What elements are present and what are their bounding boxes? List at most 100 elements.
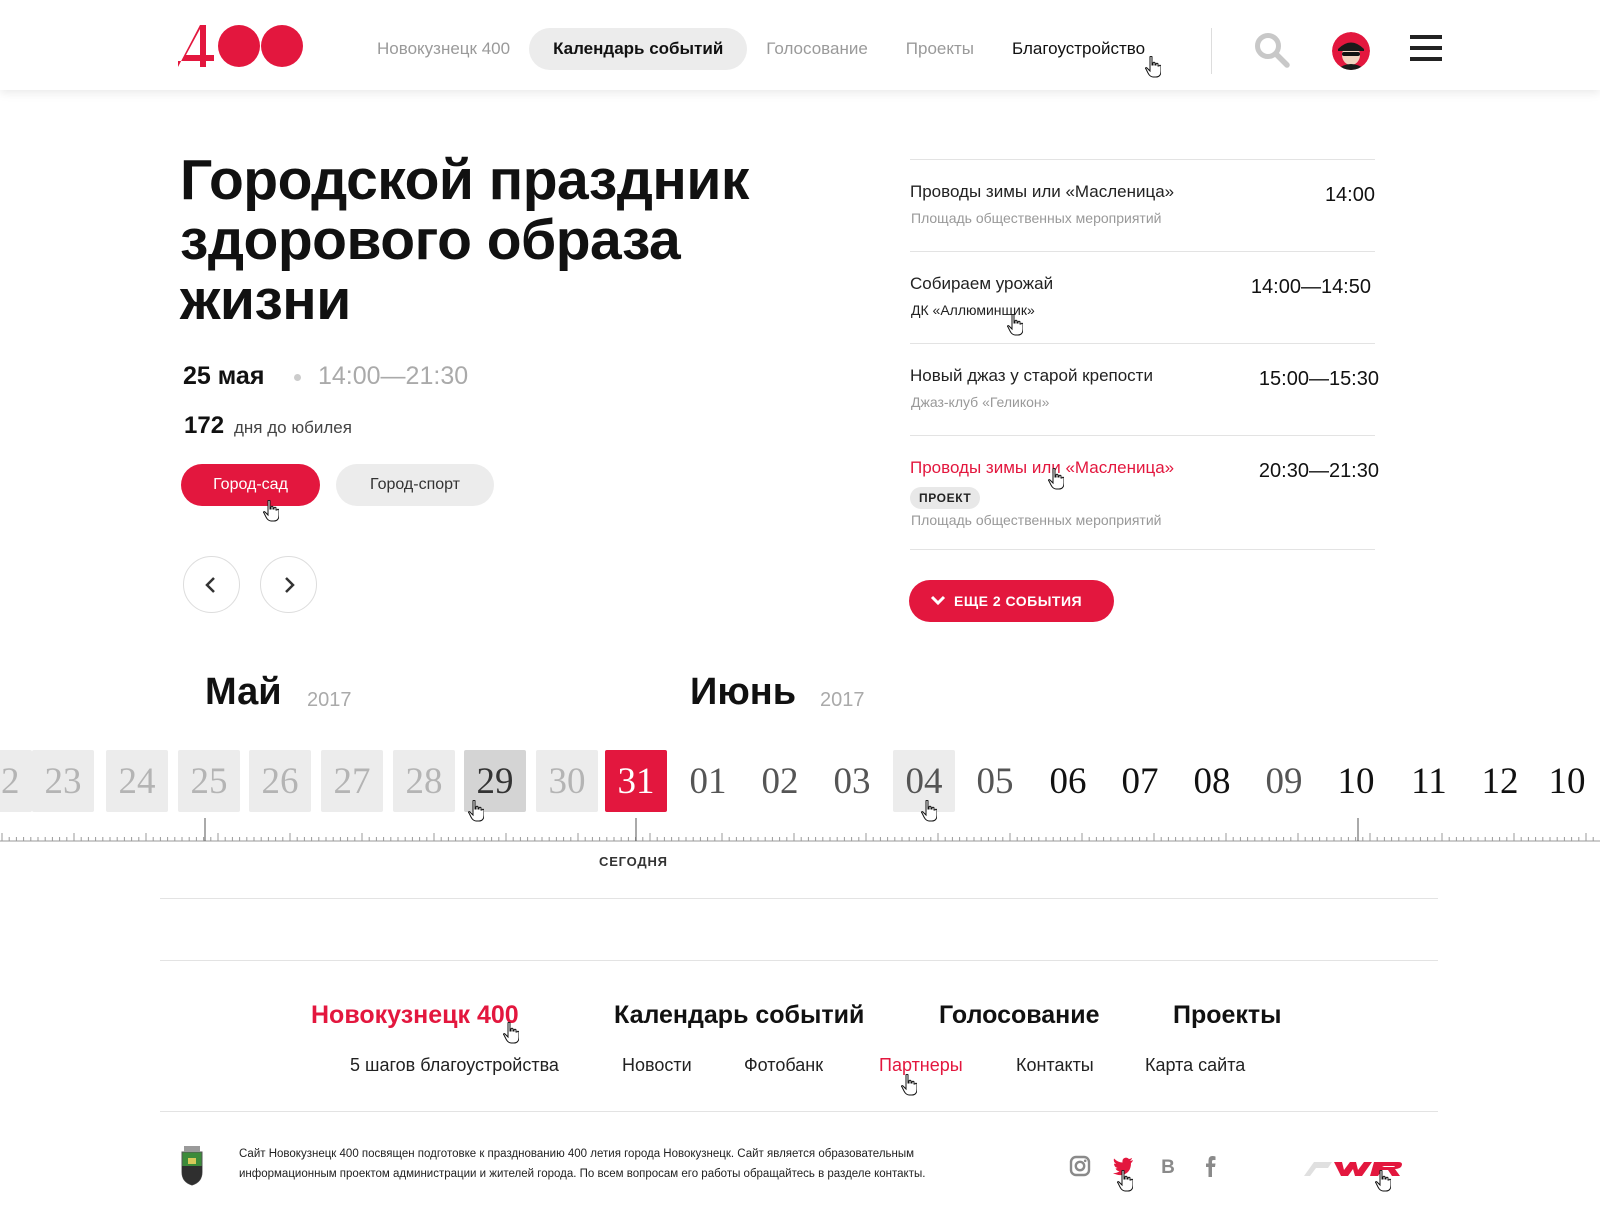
vk-icon[interactable]: B <box>1157 1155 1179 1177</box>
user-avatar[interactable] <box>1332 32 1370 70</box>
main-nav: Новокузнецк 400 Календарь событий Голосо… <box>358 28 1164 70</box>
calendar-day[interactable]: 22 <box>0 750 32 812</box>
site-header: Новокузнецк 400 Календарь событий Голосо… <box>0 0 1600 90</box>
calendar-day[interactable]: 11 <box>1398 750 1460 812</box>
footer-link-projects[interactable]: Проекты <box>1173 1001 1282 1030</box>
calendar-day[interactable]: 02 <box>749 750 811 812</box>
footer-link-voting[interactable]: Голосование <box>939 1001 1100 1030</box>
hand-cursor-icon <box>263 500 279 522</box>
footer-link-partners[interactable]: Партнеры <box>879 1055 963 1076</box>
calendar-day[interactable]: 05 <box>964 750 1026 812</box>
schedule-item-time: 15:00—15:30 <box>1258 368 1379 390</box>
hand-cursor-icon <box>503 1022 519 1044</box>
calendar-day-today[interactable]: 31 <box>605 750 667 812</box>
event-schedule-list: Проводы зимы или «Масленица» Площадь общ… <box>910 159 1379 550</box>
calendar-day[interactable]: 01 <box>677 750 739 812</box>
calendar-day[interactable]: 07 <box>1109 750 1171 812</box>
schedule-item[interactable]: Новый джаз у старой крепости Джаз-клуб «… <box>910 344 1379 436</box>
month-year: 2017 <box>820 689 865 711</box>
schedule-item[interactable]: Проводы зимы или «Масленица» Площадь общ… <box>910 160 1375 252</box>
month-name: Июнь <box>690 671 797 713</box>
days-until-jubilee-count: 172 <box>184 412 225 439</box>
footer-link-event-calendar[interactable]: Календарь событий <box>614 1001 864 1030</box>
hand-cursor-icon <box>1048 468 1064 490</box>
nav-projects[interactable]: Проекты <box>887 28 993 70</box>
divider <box>160 898 1438 899</box>
schedule-item-title[interactable]: Новый джаз у старой крепости <box>910 366 1153 386</box>
today-label: СЕГОДНЯ <box>599 854 668 869</box>
nav-event-calendar[interactable]: Календарь событий <box>529 28 748 70</box>
menu-icon[interactable] <box>1410 35 1442 63</box>
project-badge: ПРОЕКТ <box>910 487 981 509</box>
calendar-day[interactable]: 08 <box>1181 750 1243 812</box>
nav-improvement[interactable]: Благоустройство <box>993 28 1164 70</box>
divider <box>160 1111 1438 1112</box>
footer-about-text: Сайт Новокузнецк 400 посвящен подготовке… <box>239 1144 959 1184</box>
schedule-item-place: Джаз-клуб «Геликон» <box>911 394 1050 410</box>
calendar-day[interactable]: 06 <box>1037 750 1099 812</box>
schedule-item[interactable]: Собираем урожай ДК «Аллюминщик» 14:00—14… <box>910 252 1375 344</box>
footer-link-photobank[interactable]: Фотобанк <box>744 1055 823 1076</box>
days-until-jubilee-label: дня до юбилея <box>234 418 352 437</box>
nav-voting[interactable]: Голосование <box>747 28 887 70</box>
calendar-day[interactable]: 24 <box>106 750 168 812</box>
separator-dot <box>294 374 301 381</box>
footer-link-improvement-steps[interactable]: 5 шагов благоустройства <box>350 1055 559 1076</box>
hand-cursor-icon <box>1145 56 1161 78</box>
schedule-item-time: 14:00—14:50 <box>1250 276 1371 298</box>
schedule-item-time: 14:00 <box>1324 184 1375 206</box>
hand-cursor-icon <box>1117 1170 1133 1192</box>
schedule-item-place: Площадь общественных мероприятий <box>911 210 1162 226</box>
facebook-icon[interactable] <box>1200 1155 1222 1177</box>
calendar-day[interactable]: 23 <box>32 750 94 812</box>
hand-cursor-icon <box>1007 314 1023 336</box>
timeline-ruler <box>0 818 1600 842</box>
calendar-day[interactable]: 27 <box>321 750 383 812</box>
footer-link-news[interactable]: Новости <box>622 1055 692 1076</box>
footer-link-sitemap[interactable]: Карта сайта <box>1145 1055 1245 1076</box>
city-coat-of-arms-icon <box>181 1146 203 1186</box>
calendar-day[interactable]: 12 <box>1469 750 1531 812</box>
search-icon[interactable] <box>1254 32 1290 68</box>
site-logo[interactable] <box>178 25 303 67</box>
schedule-item-title[interactable]: Собираем урожай <box>910 274 1053 294</box>
schedule-item-title[interactable]: Проводы зимы или «Масленица» <box>910 458 1174 478</box>
footer-link-novokuznetsk-400[interactable]: Новокузнецк 400 <box>311 1001 519 1030</box>
event-date: 25 мая <box>183 362 265 390</box>
calendar-day[interactable]: 30 <box>536 750 598 812</box>
schedule-item-time: 20:30—21:30 <box>1258 460 1379 482</box>
hand-cursor-icon <box>901 1074 917 1096</box>
hand-cursor-icon <box>1375 1170 1391 1192</box>
event-time: 14:00—21:30 <box>318 362 469 390</box>
calendar-day[interactable]: 28 <box>393 750 455 812</box>
chevron-down-icon <box>930 595 946 606</box>
month-year: 2017 <box>307 689 352 711</box>
calendar-day[interactable]: 03 <box>821 750 883 812</box>
schedule-item[interactable]: Проводы зимы или «Масленица» ПРОЕКТ Площ… <box>910 436 1379 550</box>
schedule-item-title[interactable]: Проводы зимы или «Масленица» <box>910 182 1174 202</box>
footer-about-line: Сайт Новокузнецк 400 посвящен подготовке… <box>239 1148 915 1160</box>
calendar-day[interactable]: 10 <box>1325 750 1387 812</box>
tag-city-sport[interactable]: Город-спорт <box>336 464 494 506</box>
footer-link-contacts[interactable]: Контакты <box>1016 1055 1094 1076</box>
nav-novokuznetsk-400[interactable]: Новокузнецк 400 <box>358 28 529 70</box>
next-event-button[interactable] <box>260 556 317 613</box>
nav-divider <box>1211 28 1212 74</box>
calendar-day[interactable]: 26 <box>249 750 311 812</box>
prev-event-button[interactable] <box>183 556 240 613</box>
calendar-day[interactable]: 25 <box>178 750 240 812</box>
chevron-right-icon <box>285 577 295 593</box>
schedule-item-place: Площадь общественных мероприятий <box>911 512 1162 528</box>
more-events-label: ЕЩЕ 2 СОБЫТИЯ <box>954 593 1083 609</box>
instagram-icon[interactable] <box>1069 1155 1091 1177</box>
chevron-left-icon <box>205 577 215 593</box>
calendar-day[interactable]: 09 <box>1253 750 1315 812</box>
event-title: Городской праздник здорового образа жизн… <box>180 148 749 332</box>
more-events-button[interactable]: ЕЩЕ 2 СОБЫТИЯ <box>909 580 1114 622</box>
svg-text:B: B <box>1161 1157 1175 1177</box>
tag-city-garden[interactable]: Город-сад <box>181 464 320 506</box>
month-name: Май <box>205 671 282 713</box>
footer-about-line: информационным проектом администрации и … <box>239 1168 926 1180</box>
divider <box>160 960 1438 961</box>
calendar-day[interactable]: 10 <box>1538 750 1596 812</box>
